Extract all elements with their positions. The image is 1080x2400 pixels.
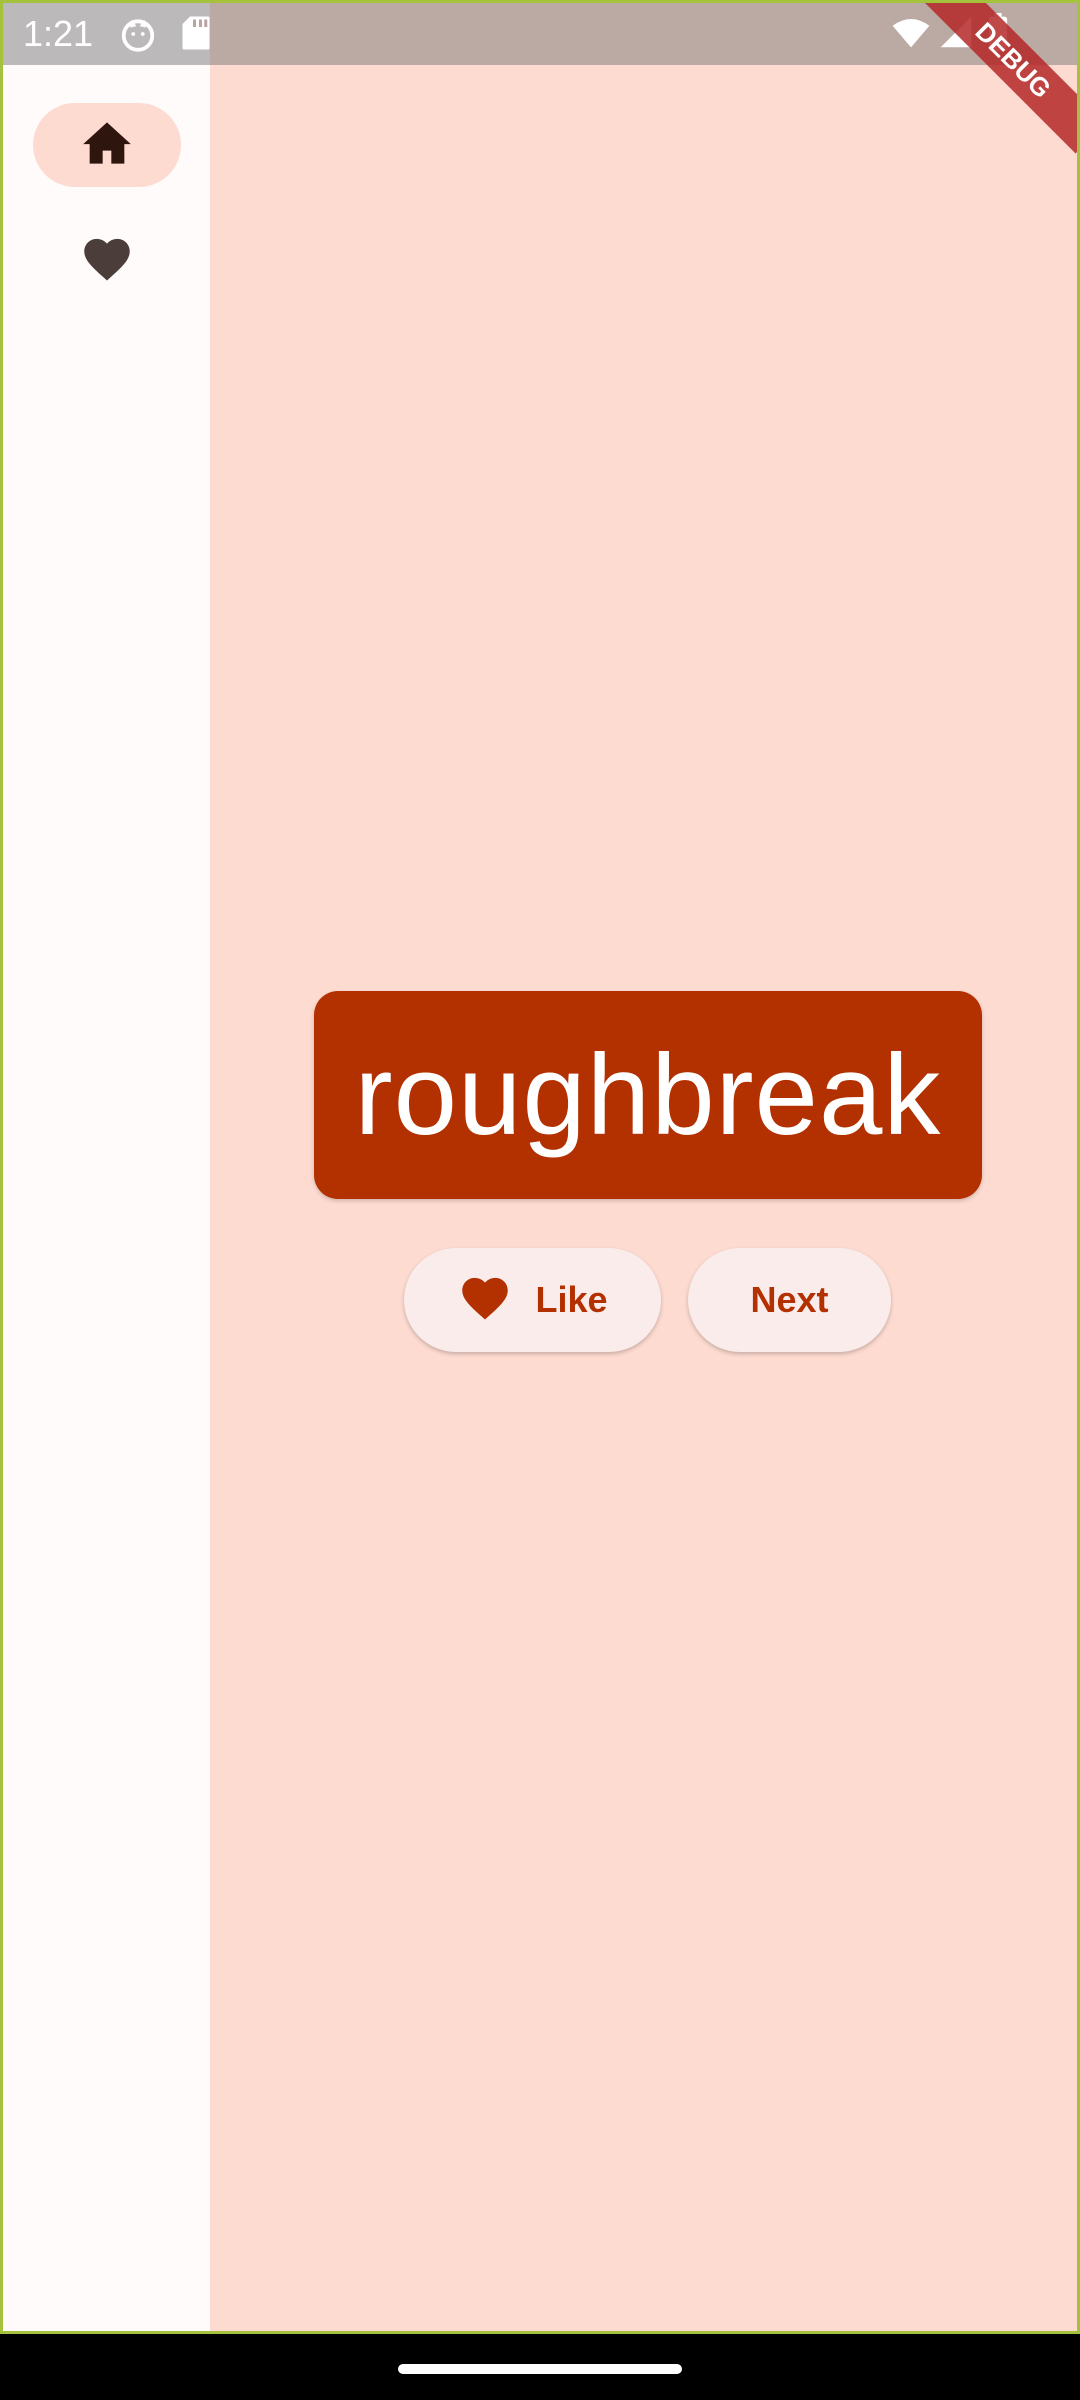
debug-banner-label: DEBUG <box>920 3 1077 154</box>
status-bar: 1:21 <box>3 3 1077 65</box>
debug-banner: DEBUG <box>917 3 1077 163</box>
app-screen: 1:21 roughbreak Like Next DEBUG <box>0 0 1080 2400</box>
heart-icon <box>457 1271 513 1330</box>
next-button-label: Next <box>750 1279 829 1320</box>
home-indicator-bar[interactable] <box>398 2364 682 2374</box>
next-button[interactable]: Next <box>688 1248 891 1352</box>
sd-card-icon <box>181 15 211 56</box>
navigation-rail <box>3 3 210 2331</box>
like-button[interactable]: Like <box>404 1248 661 1352</box>
word-pair-text: roughbreak <box>354 1031 942 1159</box>
nav-favorites-button[interactable] <box>33 217 181 301</box>
favorite-icon <box>79 232 135 287</box>
word-card: roughbreak <box>314 991 982 1199</box>
app-frame: 1:21 roughbreak Like Next DEBUG <box>0 0 1080 2334</box>
like-button-label: Like <box>535 1279 608 1320</box>
home-icon <box>81 120 133 171</box>
cat-face-icon <box>119 15 157 58</box>
status-time: 1:21 <box>23 13 94 54</box>
nav-home-button[interactable] <box>33 103 181 187</box>
